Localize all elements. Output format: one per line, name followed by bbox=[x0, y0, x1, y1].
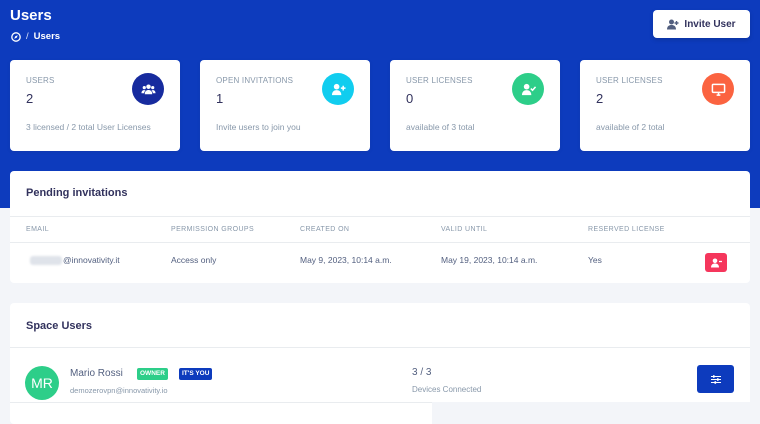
space-users-title: Space Users bbox=[26, 320, 93, 332]
table-header: EMAIL PERMISSION GROUPS CREATED ON VALID… bbox=[10, 216, 750, 243]
user-name: Mario Rossi bbox=[70, 368, 123, 379]
avatar: MR bbox=[25, 366, 59, 400]
monitor-icon bbox=[702, 73, 734, 105]
stat-subtext: 3 licensed / 2 total User Licenses bbox=[26, 122, 151, 132]
invite-reserved-license: Yes bbox=[588, 255, 602, 265]
invite-user-button[interactable]: Invite User bbox=[653, 10, 750, 38]
divider bbox=[10, 347, 750, 348]
user-check-icon bbox=[512, 73, 544, 105]
invite-permission-group: Access only bbox=[171, 255, 217, 265]
invite-user-label: Invite User bbox=[684, 18, 736, 30]
user-email: demozerovpn@innovativity.io bbox=[70, 386, 168, 395]
column-header-created-on: CREATED ON bbox=[300, 226, 350, 233]
sliders-icon bbox=[710, 374, 721, 384]
its-you-badge: IT'S YOU bbox=[179, 368, 213, 380]
page-title: Users bbox=[10, 7, 52, 24]
compass-icon[interactable] bbox=[11, 31, 21, 42]
stat-card-device-licenses: USER LICENSES 2 available of 2 total bbox=[580, 60, 750, 151]
stat-subtext: available of 3 total bbox=[406, 122, 475, 132]
pending-invitations-panel: Pending invitations EMAIL PERMISSION GRO… bbox=[10, 171, 750, 283]
user-minus-icon bbox=[710, 258, 722, 267]
stat-card-user-licenses: USER LICENSES 0 available of 3 total bbox=[390, 60, 560, 151]
pending-invitations-title: Pending invitations bbox=[26, 187, 128, 199]
stat-value: 1 bbox=[216, 91, 224, 106]
stat-value: 0 bbox=[406, 91, 414, 106]
breadcrumb-current: Users bbox=[33, 31, 61, 42]
column-header-permission-groups: PERMISSION GROUPS bbox=[171, 226, 255, 233]
column-header-reserved-license: RESERVED LICENSE bbox=[588, 226, 665, 233]
invite-valid-until: May 19, 2023, 10:14 a.m. bbox=[441, 255, 538, 265]
user-plus-icon bbox=[322, 73, 354, 105]
user-settings-button[interactable] bbox=[697, 365, 734, 393]
space-users-panel: Space Users MR Mario Rossi OWNER IT'S YO… bbox=[10, 303, 750, 424]
owner-badge: OWNER bbox=[137, 368, 168, 380]
stat-subtext: available of 2 total bbox=[596, 122, 665, 132]
redacted-text bbox=[30, 256, 62, 266]
breadcrumb: / Users bbox=[11, 31, 60, 42]
stat-value: 2 bbox=[26, 91, 34, 106]
invite-email: @innovativity.it bbox=[30, 255, 120, 266]
stat-label: USER LICENSES bbox=[406, 76, 473, 85]
stat-value: 2 bbox=[596, 91, 604, 106]
stat-label: USER LICENSES bbox=[596, 76, 663, 85]
page-background bbox=[432, 402, 750, 424]
devices-label: Devices Connected bbox=[412, 385, 482, 394]
breadcrumb-separator: / bbox=[26, 31, 29, 42]
column-header-valid-until: VALID UNTIL bbox=[441, 226, 488, 233]
stat-card-users: USERS 2 3 licensed / 2 total User Licens… bbox=[10, 60, 180, 151]
users-icon bbox=[132, 73, 164, 105]
column-header-email: EMAIL bbox=[26, 226, 50, 233]
revoke-invitation-button[interactable] bbox=[705, 253, 727, 272]
stat-subtext: Invite users to join you bbox=[216, 122, 301, 132]
devices-count: 3 / 3 bbox=[412, 367, 432, 378]
row-divider bbox=[10, 402, 432, 403]
stat-card-open-invitations: OPEN INVITATIONS 1 Invite users to join … bbox=[200, 60, 370, 151]
stat-label: OPEN INVITATIONS bbox=[216, 76, 294, 85]
stat-label: USERS bbox=[26, 76, 55, 85]
invite-created-on: May 9, 2023, 10:14 a.m. bbox=[300, 255, 392, 265]
user-plus-icon bbox=[667, 19, 679, 29]
